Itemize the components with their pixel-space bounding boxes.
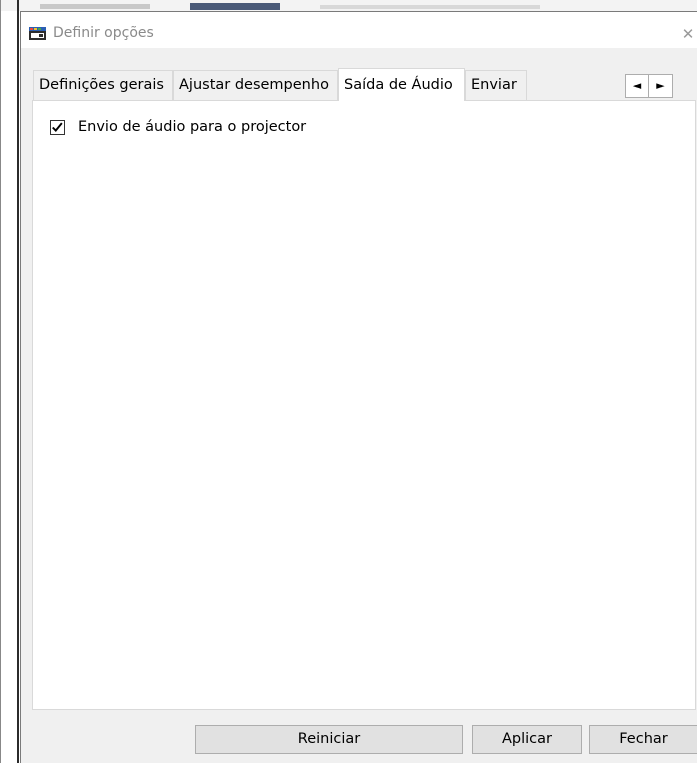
close-button[interactable]: Fechar	[589, 725, 697, 754]
title-bar[interactable]: Definir opções ✕	[21, 12, 697, 48]
audio-output-panel: Envio de áudio para o projector	[32, 100, 696, 710]
triangle-right-icon[interactable]: ►	[649, 74, 673, 98]
tab-scroll-buttons: ◄ ►	[625, 74, 673, 98]
options-dialog: Definir opções ✕ Definições gerais Ajust…	[20, 11, 697, 763]
reset-button[interactable]: Reiniciar	[195, 725, 463, 754]
tab-label: Enviar	[471, 77, 517, 93]
tab-general-settings[interactable]: Definições gerais	[33, 70, 173, 100]
background-window-strip	[0, 0, 697, 11]
tab-label: Definições gerais	[39, 77, 164, 93]
tab-adjust-performance[interactable]: Ajustar desempenho	[173, 70, 338, 100]
triangle-left-icon[interactable]: ◄	[625, 74, 649, 98]
projector-app-icon	[29, 27, 46, 40]
background-edge-line	[17, 0, 19, 763]
tab-label: Ajustar desempenho	[179, 77, 329, 93]
checkbox-label: Envio de áudio para o projector	[78, 119, 307, 135]
tab-audio-output[interactable]: Saída de Áudio	[338, 68, 465, 101]
background-edge-line	[0, 0, 1, 763]
close-icon[interactable]: ✕	[679, 24, 697, 44]
audio-to-projector-checkbox[interactable]	[50, 119, 65, 135]
tab-send[interactable]: Enviar	[465, 70, 527, 100]
audio-to-projector-option[interactable]: Envio de áudio para o projector	[50, 119, 306, 135]
apply-button[interactable]: Aplicar	[472, 725, 582, 754]
tab-label: Saída de Áudio	[344, 77, 453, 93]
window-title: Definir opções	[53, 25, 154, 41]
checkmark-icon	[52, 122, 63, 132]
